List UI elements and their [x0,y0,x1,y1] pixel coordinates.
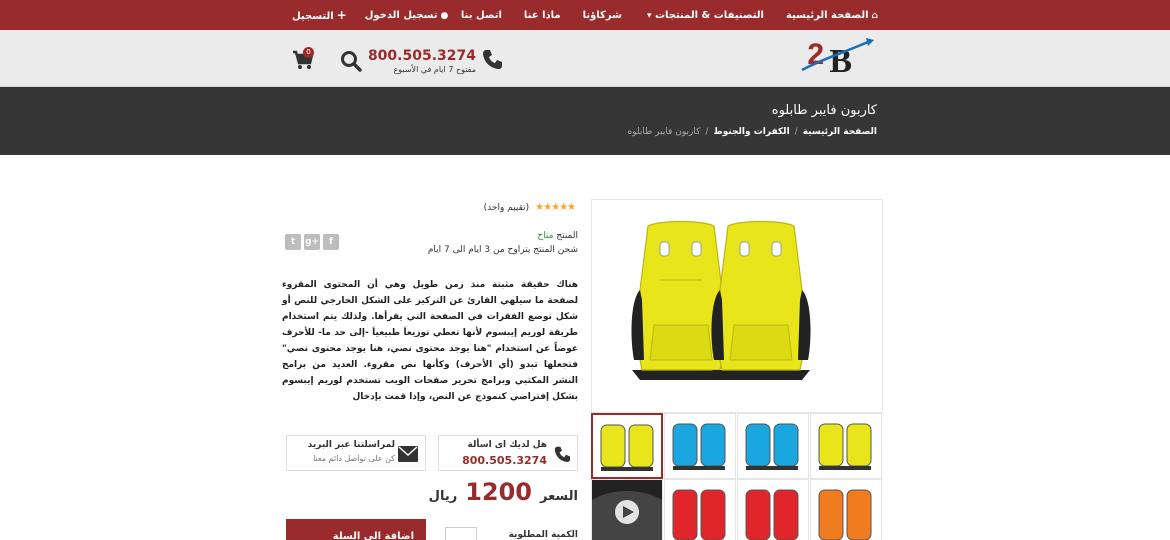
thumbnail-video[interactable] [591,479,663,540]
login-link[interactable]: ●تسجيل الدخول [365,10,449,21]
contact-email-title: لمراسلتنا عبر البريد [307,440,395,450]
quantity-label: الكمية المطلوبة [508,530,578,540]
nav-categories[interactable]: التصنيفات & المنتجات ▾ [644,10,764,21]
header-phone-number: 800.505.3274 [367,48,476,64]
thumbnail-blue[interactable] [664,413,736,479]
register-label: التسجيل [292,11,334,22]
price-label: السعر [540,489,578,504]
seat-thumb-image [818,489,872,540]
add-to-cart-button[interactable]: اضافة الى السلة [286,519,426,540]
a2b-logo[interactable]: A B 2 [796,34,880,78]
thumbnail-yellow[interactable] [591,413,663,479]
contact-phone-box[interactable]: هل لديك اى اسألة 800.505.3274 [438,435,578,471]
rating-count: (تقييم واحد) [483,202,530,213]
product-price: السعر 1200 ريال [429,478,578,506]
breadcrumb-separator: / [794,127,798,137]
plus-icon: + [336,8,347,22]
breadcrumb-separator: / [705,127,709,137]
product-description: هناك حقيقة مثبتة منذ زمن طويل وهي أن الم… [282,280,578,402]
social-share: f g+ t [285,234,339,250]
page-title: كاربون فايبر طابلوه [771,103,877,118]
phone-icon [554,446,570,462]
star-rating-icons: ★★★★★ [535,202,576,213]
nav-categories-label: التصنيفات & المنتجات [654,9,764,21]
phone-icon [483,50,502,69]
nav-partners[interactable]: شركاؤنا [583,10,622,21]
auth-links: ●تسجيل الدخول +التسجيل [292,0,448,30]
thumbnail-orange[interactable] [810,479,882,540]
nav-about[interactable]: ماذا عنا [524,10,561,21]
product-rating[interactable]: ★★★★★ (تقييم واحد) [483,202,576,213]
availability: المنتج متاح [537,231,578,241]
racing-seats-image [631,220,811,380]
thumbnail-red[interactable] [664,479,736,540]
thumbnail-blue-2[interactable] [737,413,809,479]
product-main-image[interactable] [591,199,883,413]
seat-thumb-image [672,489,726,540]
page-title-band: كاربون فايبر طابلوه الصفحة الرئيسية / ال… [0,87,1170,155]
search-icon[interactable] [340,50,362,72]
nav-home[interactable]: ⌂الصفحة الرئيسية [786,10,878,21]
seat-thumb-image [745,423,799,470]
header-phone[interactable]: 800.505.3274 مفتوح 7 ايام في الأسبوع [368,48,502,78]
seat-thumb-image [818,423,872,470]
main-nav: ⌂الصفحة الرئيسية التصنيفات & المنتجات ▾ … [461,0,878,30]
facebook-icon[interactable]: f [323,234,339,250]
nav-contact[interactable]: اتصل بنا [461,10,502,21]
envelope-icon [398,446,418,462]
seat-thumb-image [672,423,726,470]
breadcrumb-current: كاربون فايبر طابلوه [627,127,701,137]
shipping-info: شحن المنتج يتراوح من 3 ايام الى 7 ايام [427,245,578,255]
caret-down-icon: ▾ [646,10,652,21]
breadcrumb: الصفحة الرئيسية / الكفرات والجنوط / كارب… [628,127,877,137]
twitter-icon[interactable]: t [285,234,301,250]
availability-value: متاح [537,231,554,241]
contact-phone-title: هل لديك اى اسألة [467,440,548,450]
breadcrumb-home[interactable]: الصفحة الرئيسية [803,127,877,137]
home-icon: ⌂ [871,10,878,21]
cart-count-badge: 0 [303,47,314,58]
price-value: 1200 [465,478,532,506]
svg-text:B: B [829,43,852,78]
thumbnail-yellow-2[interactable] [810,413,882,479]
site-header: A B 2 800.505.3274 مفتوح 7 ايام في الأسب… [0,30,1170,87]
availability-label: المنتج [556,231,578,241]
contact-email-subtitle: كن على تواصل دائم معنا [313,454,395,463]
thumbnail-red-2[interactable] [737,479,809,540]
register-link[interactable]: +التسجيل [292,8,347,22]
seat-thumb-image [745,489,799,540]
add-to-cart-label: اضافة الى السلة [332,531,414,540]
header-phone-subtitle: مفتوح 7 ايام في الأسبوع [393,65,476,74]
login-label: تسجيل الدخول [364,9,438,21]
nav-home-label: الصفحة الرئيسية [785,9,869,21]
quantity-input[interactable] [445,527,477,540]
contact-email-box[interactable]: لمراسلتنا عبر البريد كن على تواصل دائم م… [286,435,426,471]
top-bar: ⌂الصفحة الرئيسية التصنيفات & المنتجات ▾ … [0,0,1170,30]
price-currency: ريال [428,489,458,504]
contact-phone-number: 800.505.3274 [462,454,547,467]
google-plus-icon[interactable]: g+ [304,234,320,250]
seat-thumb-image [600,424,654,471]
breadcrumb-category[interactable]: الكفرات والجنوط [713,127,789,137]
video-thumb-image [592,491,662,540]
user-icon: ● [440,10,449,21]
